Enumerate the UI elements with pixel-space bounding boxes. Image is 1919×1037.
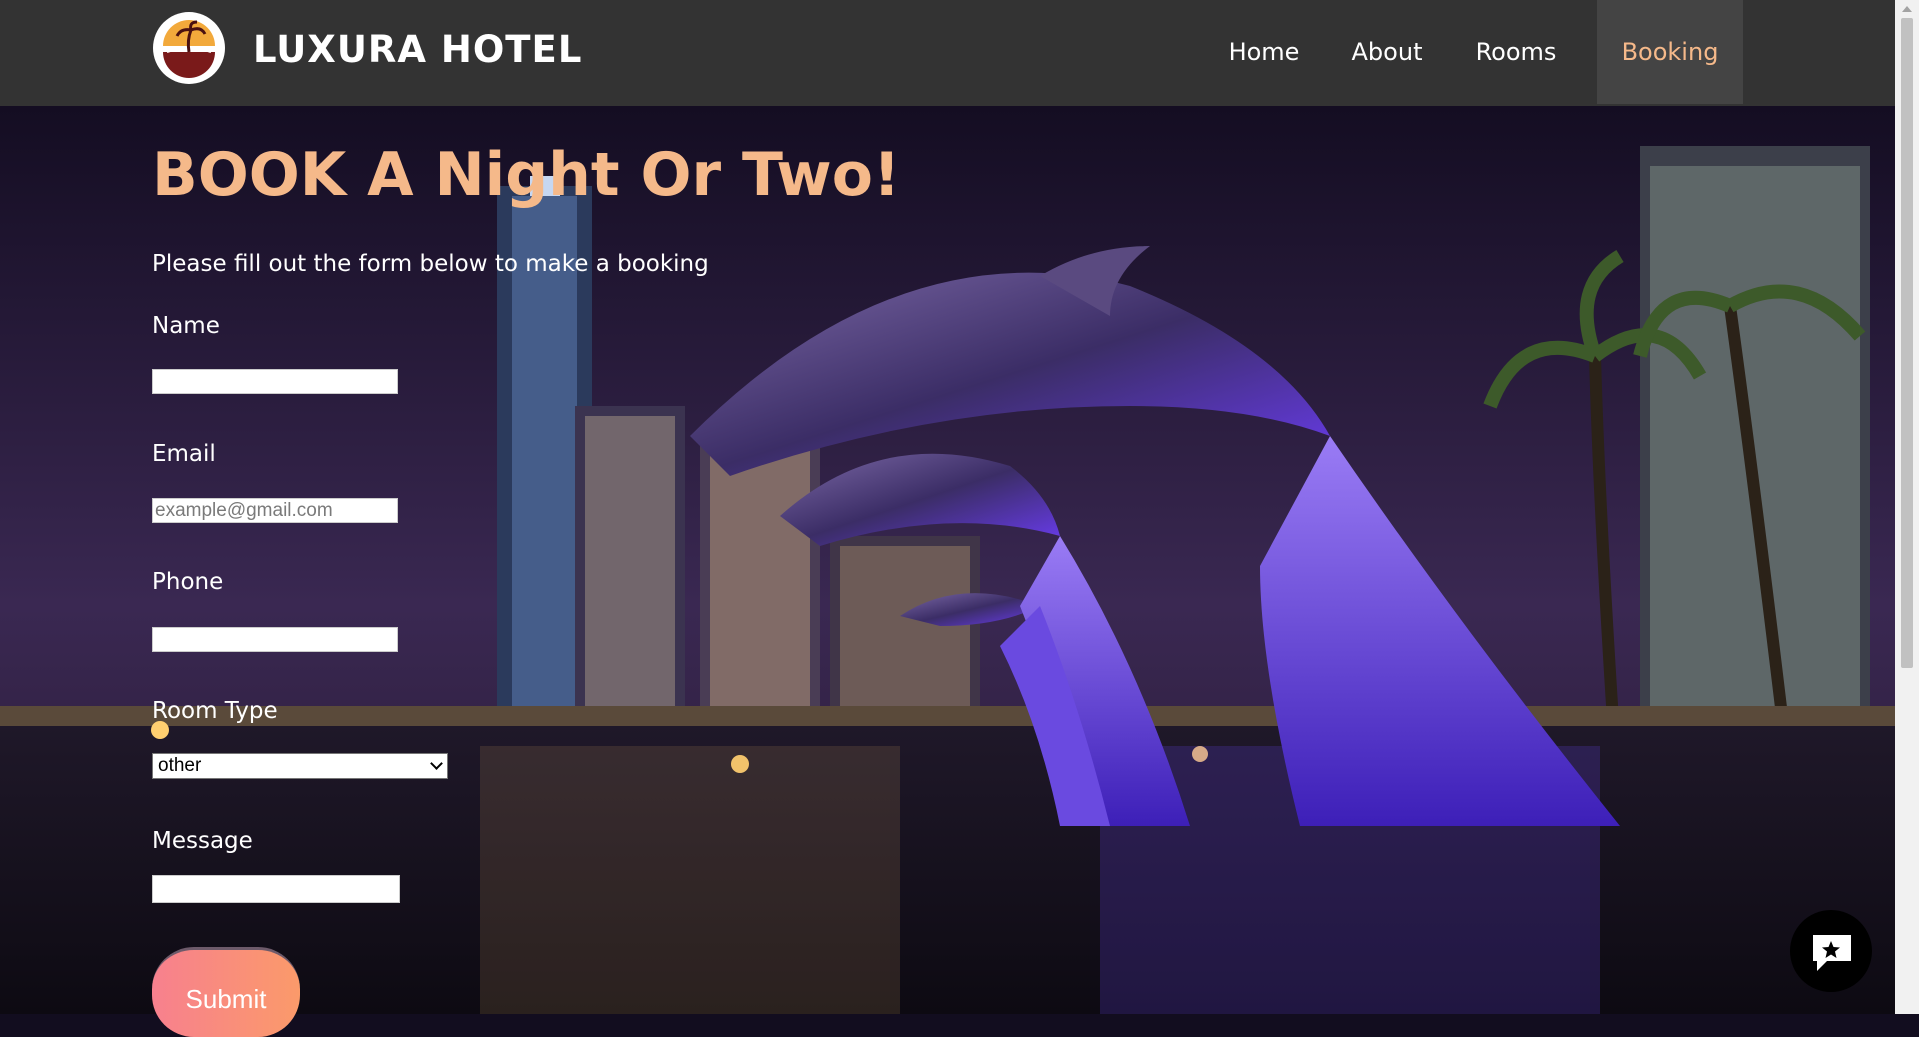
room-type-selected-value: other xyxy=(158,755,202,776)
name-input[interactable] xyxy=(152,369,398,394)
nav-about[interactable]: About xyxy=(1331,0,1443,104)
page-scrollbar[interactable] xyxy=(1895,0,1919,1014)
scrollbar-thumb[interactable] xyxy=(1901,18,1913,668)
chevron-down-icon xyxy=(430,757,443,770)
nav-booking[interactable]: Booking xyxy=(1597,0,1743,104)
phone-input[interactable] xyxy=(152,627,398,652)
message-input[interactable] xyxy=(152,875,400,903)
submit-button[interactable]: Submit xyxy=(152,947,300,1037)
top-navbar: LUXURA HOTEL Home About Rooms Booking xyxy=(0,0,1895,106)
chat-icon xyxy=(1813,935,1851,971)
nav-home[interactable]: Home xyxy=(1209,0,1319,104)
email-input[interactable] xyxy=(152,498,398,523)
hotel-logo[interactable] xyxy=(153,12,225,84)
phone-label: Phone xyxy=(152,569,224,595)
message-label: Message xyxy=(152,828,253,854)
scroll-up-arrow-icon[interactable] xyxy=(1902,6,1912,12)
name-label: Name xyxy=(152,313,220,339)
brand-name[interactable]: LUXURA HOTEL xyxy=(253,28,582,71)
chat-widget-button[interactable] xyxy=(1790,910,1872,992)
email-label: Email xyxy=(152,441,216,467)
room-type-label: Room Type xyxy=(152,698,278,724)
nav-rooms[interactable]: Rooms xyxy=(1458,0,1574,104)
form-intro-text: Please fill out the form below to make a… xyxy=(152,251,709,277)
room-type-select[interactable]: other xyxy=(152,753,448,779)
page-heading: BOOK A Night Or Two! xyxy=(152,140,901,210)
